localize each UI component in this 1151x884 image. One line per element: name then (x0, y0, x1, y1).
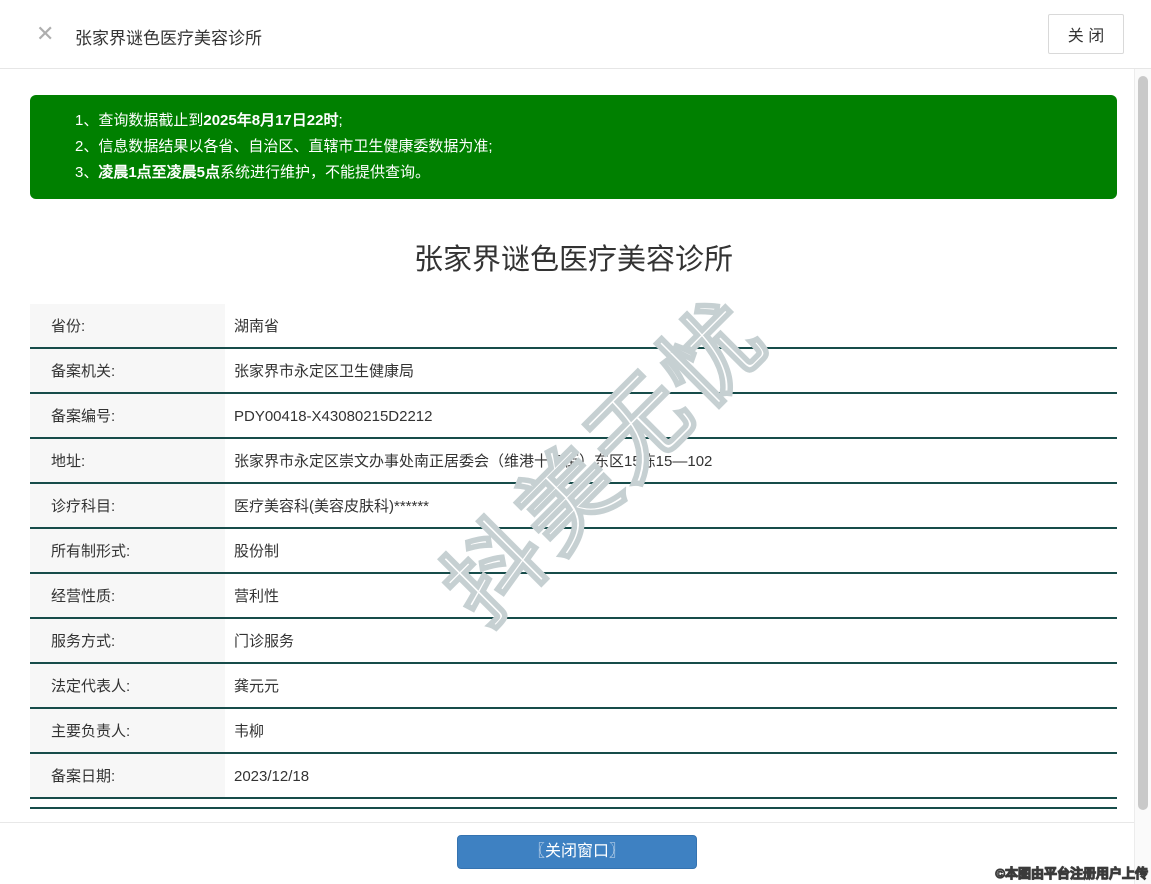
table-row: 诊疗科目: 医疗美容科(美容皮肤科)****** (30, 484, 1117, 529)
field-value: 张家界市永定区卫生健康局 (234, 363, 415, 380)
field-value: 股份制 (234, 543, 280, 560)
content-area: 1、查询数据截止到2025年8月17日22时; 2、信息数据结果以各省、自治区、… (0, 69, 1134, 809)
page-title: 张家界谜色医疗美容诊所 (413, 244, 733, 276)
field-label: 地址: (30, 439, 225, 482)
field-label: 备案日期: (30, 754, 225, 797)
table-row: 备案机关: 张家界市永定区卫生健康局 (30, 349, 1117, 394)
notice-line-2: 2、信息数据结果以各省、自治区、直辖市卫生健康委数据为准; (75, 138, 493, 155)
table-row: 所有制形式: 股份制 (30, 529, 1117, 574)
field-value: 张家界市永定区崇文办事处南正居委会（维港十字街）东区15栋15—102 (234, 453, 713, 470)
window-title: 张家界谜色医疗美容诊所 (75, 29, 262, 48)
field-label: 省份: (30, 304, 225, 347)
scrollbar-thumb[interactable] (1138, 76, 1148, 810)
field-value: 韦柳 (234, 723, 265, 740)
field-value: 医疗美容科(美容皮肤科)****** (234, 498, 430, 515)
field-label: 备案机关: (30, 349, 225, 392)
table-bottom-border (30, 799, 1117, 809)
notice-banner: 1、查询数据截止到2025年8月17日22时; 2、信息数据结果以各省、自治区、… (30, 95, 1117, 199)
field-value: 龚元元 (234, 678, 280, 695)
field-label: 法定代表人: (30, 664, 225, 707)
field-value: PDY00418-X43080215D2212 (234, 408, 433, 425)
footer-divider (0, 822, 1134, 823)
copyright-notice: ©本图由平台注册用户上传 (995, 866, 1149, 882)
table-row: 服务方式: 门诊服务 (30, 619, 1117, 664)
field-label: 备案编号: (30, 394, 225, 437)
table-row: 主要负责人: 韦柳 (30, 709, 1117, 754)
field-label: 主要负责人: (30, 709, 225, 752)
table-row: 法定代表人: 龚元元 (30, 664, 1117, 709)
field-value: 营利性 (234, 588, 280, 605)
field-label: 服务方式: (30, 619, 225, 662)
field-label: 所有制形式: (30, 529, 225, 572)
field-value: 2023/12/18 (234, 768, 310, 785)
window-header: ✕ 张家界谜色医疗美容诊所 关 闭 (0, 0, 1151, 69)
notice-line-1: 1、查询数据截止到2025年8月17日22时; (75, 112, 343, 129)
detail-table: 省份: 湖南省 备案机关: 张家界市永定区卫生健康局 备案编号: PDY0041… (30, 304, 1117, 809)
registration-detail-window: ✕ 张家界谜色医疗美容诊所 关 闭 1、查询数据截止到2025年8月17日22时… (0, 0, 1151, 884)
field-value: 湖南省 (234, 318, 280, 335)
table-row: 备案日期: 2023/12/18 (30, 754, 1117, 799)
close-button[interactable]: 关 闭 (1048, 14, 1124, 54)
field-value: 门诊服务 (234, 633, 295, 650)
close-window-button[interactable]: 〖关闭窗口〗 (457, 835, 697, 869)
close-x-icon[interactable]: ✕ (36, 21, 54, 47)
notice-line-3: 3、凌晨1点至凌晨5点系统进行维护，不能提供查询。 (75, 164, 431, 181)
field-label: 诊疗科目: (30, 484, 225, 527)
table-row: 省份: 湖南省 (30, 304, 1117, 349)
table-row: 经营性质: 营利性 (30, 574, 1117, 619)
table-row: 备案编号: PDY00418-X43080215D2212 (30, 394, 1117, 439)
scrollbar-track[interactable] (1134, 69, 1151, 884)
table-row: 地址: 张家界市永定区崇文办事处南正居委会（维港十字街）东区15栋15—102 (30, 439, 1117, 484)
field-label: 经营性质: (30, 574, 225, 617)
